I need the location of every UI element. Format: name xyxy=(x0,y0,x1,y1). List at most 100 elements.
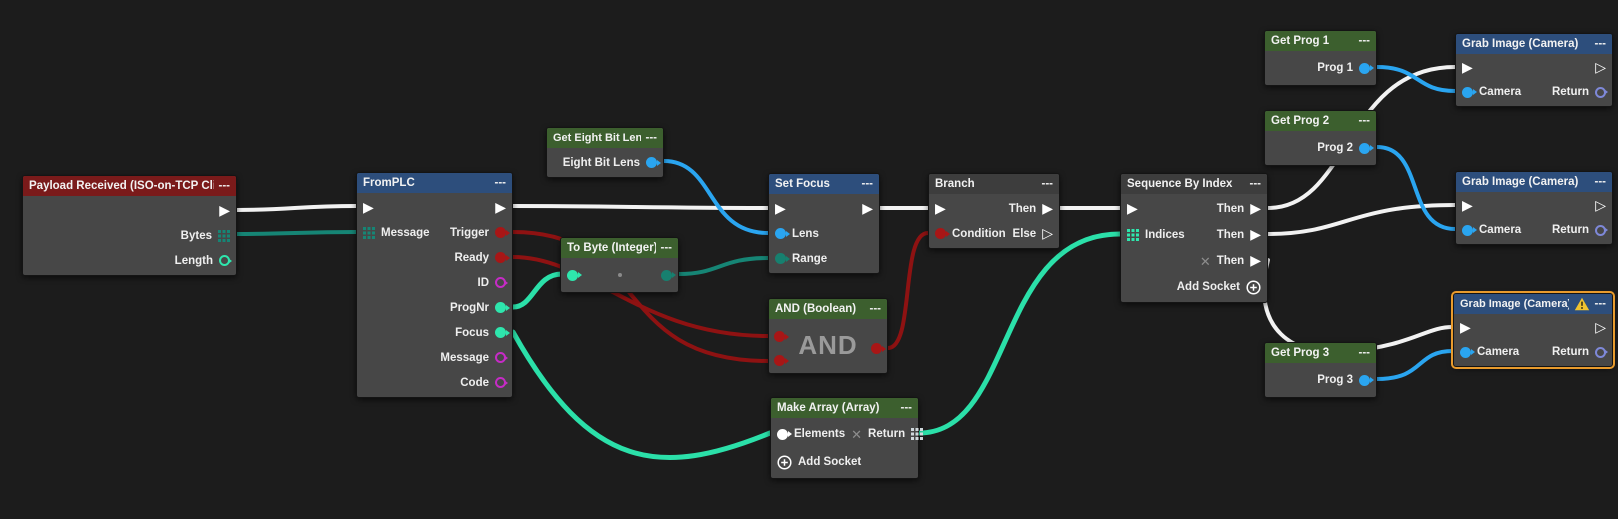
node-header[interactable]: AND (Boolean) --- xyxy=(769,299,887,319)
node-menu-button[interactable]: --- xyxy=(495,177,507,189)
exec-out-port[interactable]: ▶ xyxy=(219,203,230,217)
then-2-exec-out-port[interactable]: ▶ xyxy=(1250,227,1261,241)
wire-tobyte-to-range[interactable] xyxy=(679,258,768,274)
node-header[interactable]: To Byte (Integer) --- xyxy=(561,238,678,258)
eight-bit-lens-port[interactable] xyxy=(646,157,657,168)
trigger-port[interactable] xyxy=(495,227,506,238)
condition-port[interactable] xyxy=(935,228,946,239)
node-header[interactable]: Grab Image (Camera) --- xyxy=(1456,34,1612,54)
wire-prog2-to-camera2[interactable] xyxy=(1377,147,1455,229)
return-port[interactable] xyxy=(1595,87,1606,98)
node-grab-image-1[interactable]: Grab Image (Camera) --- ▶ ▷ Camera Retur… xyxy=(1455,33,1613,107)
node-header[interactable]: Set Focus --- xyxy=(769,174,879,194)
array-port-message-in[interactable] xyxy=(363,227,375,239)
then-1-exec-out-port[interactable]: ▶ xyxy=(1250,201,1261,215)
ready-port[interactable] xyxy=(495,252,506,263)
id-port[interactable] xyxy=(495,277,506,288)
node-from-plc[interactable]: FromPLC --- ▶ ▶ Message Trigger Ready ID xyxy=(356,172,513,398)
camera-port[interactable] xyxy=(1460,347,1471,358)
wire-prognr-to-tobyte[interactable] xyxy=(513,274,562,307)
exec-in-port[interactable]: ▶ xyxy=(1462,198,1473,212)
array-port-indices[interactable] xyxy=(1127,229,1139,241)
add-socket-icon[interactable] xyxy=(777,455,792,470)
then-exec-out-port[interactable]: ▶ xyxy=(1042,201,1053,215)
message-out-port[interactable] xyxy=(495,352,506,363)
exec-in-port[interactable]: ▶ xyxy=(935,201,946,215)
wire-exec-payload-to-fromplc[interactable] xyxy=(237,206,356,210)
wire-exec-fromplc-to-setfocus[interactable] xyxy=(513,206,768,208)
node-menu-button[interactable]: --- xyxy=(646,132,658,144)
node-header[interactable]: Make Array (Array) --- xyxy=(771,398,918,418)
node-sequence-by-index[interactable]: Sequence By Index --- ▶ Then ▶ Indices T… xyxy=(1120,173,1268,303)
node-menu-button[interactable]: --- xyxy=(1359,35,1371,47)
node-menu-button[interactable]: --- xyxy=(1595,298,1607,310)
wire-and-to-branch-condition[interactable] xyxy=(888,233,928,348)
node-header[interactable]: FromPLC --- xyxy=(357,173,512,193)
length-port[interactable] xyxy=(219,255,230,266)
to-byte-input-port[interactable] xyxy=(567,270,578,281)
wire-makearray-to-indices[interactable] xyxy=(919,234,1120,433)
node-branch[interactable]: Branch --- ▶ Then ▶ Condition Else ▷ xyxy=(928,173,1060,249)
elements-port[interactable] xyxy=(777,429,788,440)
node-get-eight-bit-lens[interactable]: Get Eight Bit Lens --- Eight Bit Lens xyxy=(546,127,664,178)
node-header[interactable]: Get Prog 3 --- xyxy=(1265,343,1376,363)
node-get-prog-1[interactable]: Get Prog 1 --- Prog 1 xyxy=(1264,30,1377,86)
wire-eightbitlens-to-lens[interactable] xyxy=(664,161,768,233)
node-graph-canvas[interactable]: Payload Received (ISO-on-TCP Client) ---… xyxy=(0,0,1618,519)
range-port[interactable] xyxy=(775,253,786,264)
exec-in-port[interactable]: ▶ xyxy=(363,200,374,214)
node-menu-button[interactable]: --- xyxy=(862,178,874,190)
to-byte-output-port[interactable] xyxy=(661,270,672,281)
wire-prog1-to-camera1[interactable] xyxy=(1377,67,1455,91)
node-set-focus[interactable]: Set Focus --- ▶ ▶ Lens Range xyxy=(768,173,880,274)
node-header[interactable]: Get Prog 2 --- xyxy=(1265,111,1376,131)
node-menu-button[interactable]: --- xyxy=(1042,178,1054,190)
node-menu-button[interactable]: --- xyxy=(1359,115,1371,127)
exec-out-port[interactable]: ▷ xyxy=(1595,320,1606,334)
array-port-bytes[interactable] xyxy=(218,230,230,242)
node-and-boolean[interactable]: AND (Boolean) --- AND xyxy=(768,298,888,374)
node-make-array[interactable]: Make Array (Array) --- Elements ✕ Return… xyxy=(770,397,919,479)
node-header[interactable]: Branch --- xyxy=(929,174,1059,194)
wire-exec-sequence-then3-to-grab3[interactable] xyxy=(1264,260,1453,353)
node-menu-button[interactable]: --- xyxy=(661,242,673,254)
array-port-return[interactable] xyxy=(911,428,923,440)
add-socket-label[interactable]: Add Socket xyxy=(798,456,861,468)
node-grab-image-3[interactable]: Grab Image (Camera) --- ▶ ▷ Camera Retur… xyxy=(1453,293,1613,367)
add-socket-icon[interactable] xyxy=(1246,280,1261,295)
node-header[interactable]: Payload Received (ISO-on-TCP Client) --- xyxy=(23,176,236,196)
prog-1-port[interactable] xyxy=(1359,63,1370,74)
collapse-dot-icon[interactable] xyxy=(618,273,622,277)
remove-socket-icon[interactable]: ✕ xyxy=(851,428,862,441)
node-menu-button[interactable]: --- xyxy=(1595,38,1607,50)
node-header[interactable]: Grab Image (Camera) --- xyxy=(1454,294,1612,314)
else-exec-out-port[interactable]: ▷ xyxy=(1042,226,1053,240)
remove-socket-icon[interactable]: ✕ xyxy=(1200,255,1211,268)
node-menu-button[interactable]: --- xyxy=(1359,347,1371,359)
wire-focus-to-elements[interactable] xyxy=(513,332,770,457)
then-3-exec-out-port[interactable]: ▶ xyxy=(1250,253,1261,267)
and-input-2-port[interactable] xyxy=(774,355,785,366)
prog-2-port[interactable] xyxy=(1359,143,1370,154)
camera-port[interactable] xyxy=(1462,225,1473,236)
node-menu-button[interactable]: --- xyxy=(901,402,913,414)
exec-out-port[interactable]: ▶ xyxy=(495,200,506,214)
node-payload-received[interactable]: Payload Received (ISO-on-TCP Client) ---… xyxy=(22,175,237,276)
node-header[interactable]: Grab Image (Camera) --- xyxy=(1456,172,1612,192)
node-to-byte[interactable]: To Byte (Integer) --- xyxy=(560,237,679,293)
node-grab-image-2[interactable]: Grab Image (Camera) --- ▶ ▷ Camera Retur… xyxy=(1455,171,1613,245)
exec-in-port[interactable]: ▶ xyxy=(1460,320,1471,334)
camera-port[interactable] xyxy=(1462,87,1473,98)
node-menu-button[interactable]: --- xyxy=(219,180,231,192)
node-header[interactable]: Get Eight Bit Lens --- xyxy=(547,128,663,148)
node-menu-button[interactable]: --- xyxy=(870,303,882,315)
exec-in-port[interactable]: ▶ xyxy=(1127,201,1138,215)
wire-prog3-to-camera3[interactable] xyxy=(1377,351,1453,379)
exec-out-port[interactable]: ▷ xyxy=(1595,60,1606,74)
lens-port[interactable] xyxy=(775,228,786,239)
exec-in-port[interactable]: ▶ xyxy=(1462,60,1473,74)
node-header[interactable]: Sequence By Index --- xyxy=(1121,174,1267,194)
wire-exec-sequence-then2-to-grab2[interactable] xyxy=(1268,205,1455,234)
node-menu-button[interactable]: --- xyxy=(1595,176,1607,188)
prognr-port[interactable] xyxy=(495,302,506,313)
